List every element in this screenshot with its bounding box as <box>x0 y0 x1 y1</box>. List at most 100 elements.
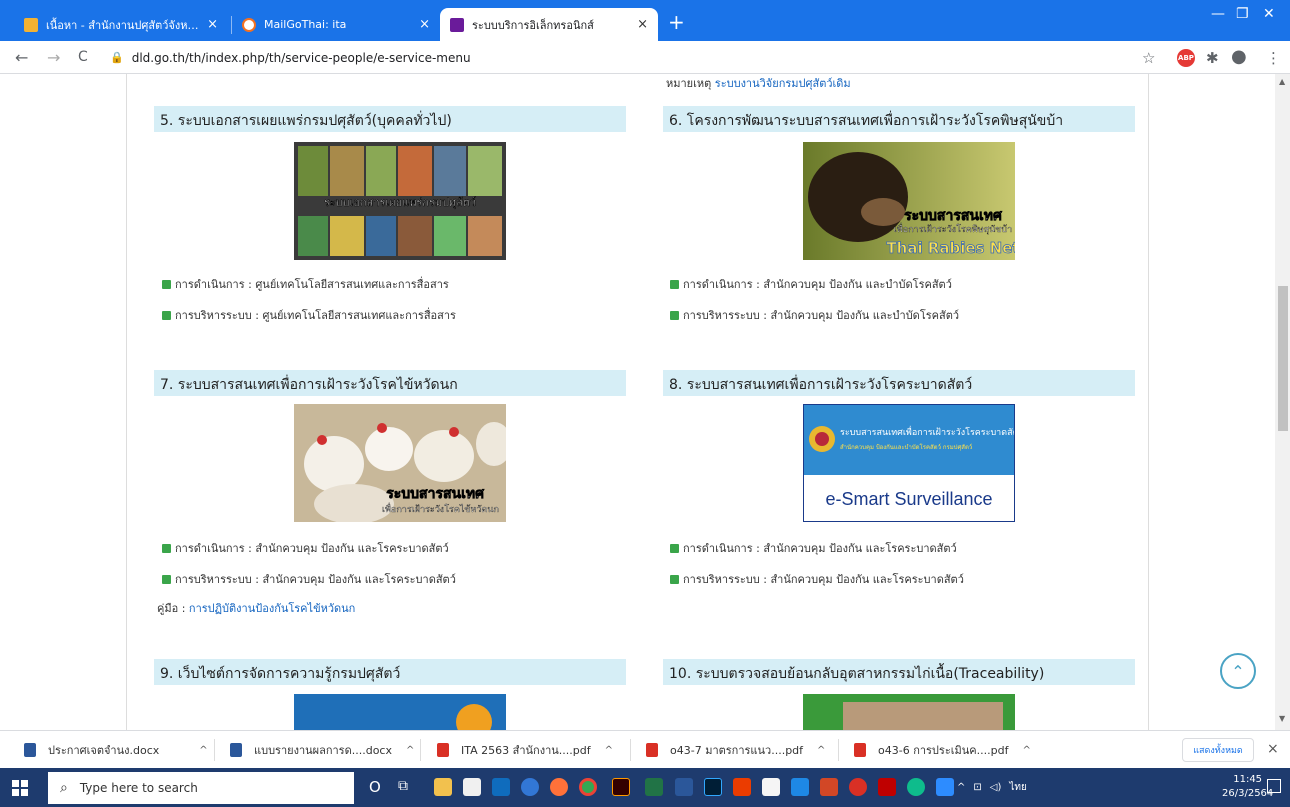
edge-legacy-icon[interactable] <box>521 778 539 796</box>
note-link[interactable]: ระบบงานวิจัยกรมปศุสัตว์เดิม <box>715 77 851 90</box>
adblock-icon[interactable]: ABP <box>1177 49 1195 67</box>
download-item[interactable]: o43-6 การประเมินค....pdf ^ <box>854 731 1031 769</box>
close-downloads-bar-button[interactable]: × <box>1267 741 1279 757</box>
task-view-icon[interactable]: ⧉ <box>398 778 408 794</box>
admin-value: สำนักควบคุม ป้องกัน และบำบัดโรคสัตว์ <box>770 309 960 322</box>
show-all-downloads-button[interactable]: แสดงทั้งหมด <box>1182 738 1254 762</box>
download-menu-icon[interactable]: ^ <box>199 745 207 756</box>
scroll-down-arrow-icon[interactable]: ▼ <box>1279 714 1285 723</box>
scroll-up-arrow-icon[interactable]: ▲ <box>1279 77 1285 86</box>
new-tab-button[interactable]: + <box>668 10 685 34</box>
illustrator-icon[interactable] <box>612 778 630 796</box>
network-icon[interactable]: ⊡ <box>973 782 981 793</box>
profile-icon[interactable]: ● <box>1231 46 1247 67</box>
pdf-file-icon <box>646 743 658 757</box>
tray-expand-icon[interactable]: ^ <box>957 782 965 793</box>
firefox-icon[interactable] <box>550 778 568 796</box>
page-scrollbar[interactable]: ▲ ▼ <box>1275 74 1290 730</box>
close-tab-icon[interactable]: × <box>637 17 648 32</box>
scrollbar-thumb[interactable] <box>1278 286 1288 431</box>
bullet-icon <box>670 543 679 553</box>
cortana-icon[interactable]: O <box>369 778 381 796</box>
close-tab-icon[interactable]: × <box>207 17 218 32</box>
admin-value: ศูนย์เทคโนโลยีสารสนเทศและการสื่อสาร <box>262 309 456 322</box>
pdf-file-icon <box>854 743 866 757</box>
back-to-top-button[interactable]: ⌃ <box>1220 653 1256 689</box>
bullet-icon <box>162 310 171 320</box>
address-bar[interactable]: 🔒 dld.go.th/th/index.php/th/service-peop… <box>104 45 1134 70</box>
download-menu-icon[interactable]: ^ <box>817 745 825 756</box>
ops-label: การดำเนินการ : <box>683 278 760 291</box>
windows-start-icon[interactable] <box>12 780 28 796</box>
page-content: หมายเหตุ ระบบงานวิจัยกรมปศุสัตว์เดิม 5. … <box>0 74 1275 730</box>
store-icon[interactable] <box>463 778 481 796</box>
ops-value: สำนักควบคุม ป้องกัน และโรคระบาดสัตว์ <box>763 542 957 555</box>
onedrive-icon[interactable] <box>791 778 809 796</box>
tab-mailgothai[interactable]: MailGoThai: ita × <box>232 8 440 41</box>
word-icon[interactable] <box>675 778 693 796</box>
powerpoint-icon[interactable] <box>820 778 838 796</box>
rabies-net-banner[interactable]: ระบบสารสนเทศ เพื่อการเฝ้าระวังโรคพิษสุนั… <box>803 142 1015 260</box>
avian-flu-banner[interactable]: ระบบสารสนเทศ เพื่อการเฝ้าระวังโรคไข้หวัด… <box>294 404 506 522</box>
tab-title: เนื้อหา - สำนักงานปศุสัตว์จังหวัดนครปฐ <box>46 18 199 32</box>
docx-file-icon <box>230 743 242 757</box>
download-divider <box>630 739 631 761</box>
notifications-icon[interactable] <box>1267 779 1281 793</box>
windows-taskbar: ⌕ Type here to search O ⧉ ^ ⊡ ◁) ไทย 11:… <box>0 768 1290 807</box>
menu-icon[interactable]: ⋮ <box>1266 49 1281 67</box>
volume-icon[interactable]: ◁) <box>990 782 1002 793</box>
download-filename: ITA 2563 สำนักงาน....pdf <box>461 744 591 757</box>
office-icon[interactable] <box>733 778 751 796</box>
e-smart-surveillance-banner[interactable]: ระบบสารสนเทศเพื่อการเฝ้าระวังโรคระบาดสัต… <box>803 404 1015 522</box>
docx-file-icon <box>24 743 36 757</box>
surveillance-banner-line2: สำนักควบคุม ป้องกันและบำบัดโรคสัตว์ กรมป… <box>840 443 972 451</box>
close-window-button[interactable]: ✕ <box>1263 6 1275 22</box>
taskbar-clock[interactable]: 11:45 26/3/2564 <box>1222 773 1273 801</box>
bookmark-star-icon[interactable]: ☆ <box>1142 49 1155 67</box>
forward-button[interactable]: → <box>47 48 60 67</box>
excel-icon[interactable] <box>645 778 663 796</box>
admin-label: การบริหารระบบ : <box>175 309 259 322</box>
maximize-button[interactable]: ❐ <box>1236 6 1249 22</box>
download-item[interactable]: แบบรายงานผลการด....docx ^ <box>230 731 414 769</box>
download-menu-icon[interactable]: ^ <box>1022 745 1030 756</box>
mail-icon[interactable] <box>492 778 510 796</box>
download-filename: o43-6 การประเมินค....pdf <box>878 744 1009 757</box>
edge-icon[interactable] <box>907 778 925 796</box>
download-item[interactable]: ประกาศเจตจำนง.docx ^ <box>24 731 208 769</box>
files-icon[interactable] <box>762 778 780 796</box>
browser-icon[interactable] <box>849 778 867 796</box>
tab-nakhon-pathom[interactable]: เนื้อหา - สำนักงานปศุสัตว์จังหวัดนครปฐ × <box>14 8 228 41</box>
photoshop-icon[interactable] <box>704 778 722 796</box>
download-item[interactable]: o43-7 มาตรการแนว....pdf ^ <box>646 731 825 769</box>
back-button[interactable]: ← <box>15 48 28 67</box>
admin-line: การบริหารระบบ : สำนักควบคุม ป้องกัน และบ… <box>670 306 959 324</box>
taskbar-search-input[interactable]: ⌕ Type here to search <box>48 772 354 804</box>
extensions-icon[interactable]: ✱ <box>1206 49 1219 67</box>
traceability-banner[interactable] <box>803 694 1015 730</box>
download-menu-icon[interactable]: ^ <box>406 745 414 756</box>
ops-label: การดำเนินการ : <box>175 278 252 291</box>
download-divider <box>420 739 421 761</box>
reload-button[interactable]: C <box>78 49 88 65</box>
publications-banner[interactable]: ระบบเอกสารเผยแพร่กรมปศุสัตว์ <box>294 142 506 260</box>
language-indicator[interactable]: ไทย <box>1009 780 1026 795</box>
filezilla-icon[interactable] <box>878 778 896 796</box>
dld-favicon-icon <box>450 17 464 32</box>
admin-line: การบริหารระบบ : สำนักควบคุม ป้องกัน และโ… <box>670 570 964 588</box>
tab-e-service[interactable]: ระบบบริการอิเล็กทรอนิกส์ × <box>440 8 658 41</box>
download-item[interactable]: ITA 2563 สำนักงาน....pdf ^ <box>437 731 613 769</box>
file-explorer-icon[interactable] <box>434 778 452 796</box>
download-divider <box>838 739 839 761</box>
clock-time: 11:45 <box>1233 774 1263 785</box>
ops-value: สำนักควบคุม ป้องกัน และโรคระบาดสัตว์ <box>255 542 449 555</box>
zoom-icon[interactable] <box>936 778 954 796</box>
knowledge-management-banner[interactable] <box>294 694 506 730</box>
close-tab-icon[interactable]: × <box>419 17 430 32</box>
manual-link[interactable]: การปฏิบัติงานป้องกันโรคไข้หวัดนก <box>189 602 355 615</box>
chrome-icon[interactable] <box>579 778 597 796</box>
tab-strip: เนื้อหา - สำนักงานปศุสัตว์จังหวัดนครปฐ ×… <box>0 0 1290 41</box>
rabies-banner-line3: Thai Rabies Net <box>886 239 1015 257</box>
minimize-button[interactable]: — <box>1211 6 1225 22</box>
download-menu-icon[interactable]: ^ <box>605 745 613 756</box>
